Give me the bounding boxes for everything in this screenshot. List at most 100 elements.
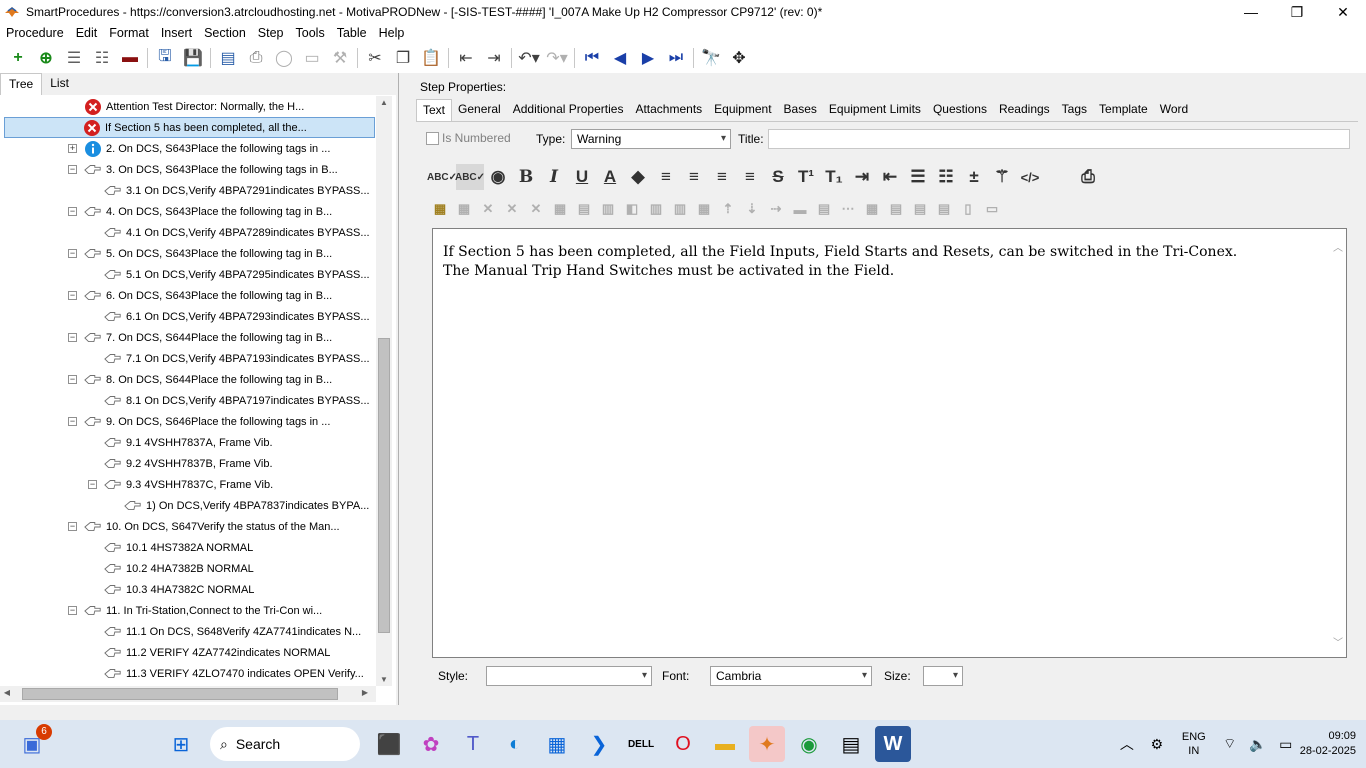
size-select[interactable]: ▾	[923, 666, 963, 686]
bullet-list-icon[interactable]: ☰	[904, 164, 932, 190]
scroll-up-icon[interactable]: ▲	[376, 98, 392, 107]
menu-section[interactable]: Section	[198, 24, 252, 43]
tree-item[interactable]: 8.1 On DCS,Verify 4BPA7197indicates BYPA…	[104, 390, 370, 411]
first-icon[interactable]: ⏮	[578, 45, 606, 71]
paste-icon[interactable]: 📋	[417, 45, 445, 71]
teams-icon[interactable]: T	[455, 726, 491, 762]
volume-icon[interactable]: 🔈	[1247, 726, 1269, 762]
tree-item[interactable]: 11.3 VERIFY 4ZLO7470 indicates OPEN Veri…	[104, 663, 364, 684]
scroll-left-icon[interactable]: ◀	[2, 688, 12, 697]
copilot-icon[interactable]: ✿	[413, 726, 449, 762]
tab-tags[interactable]: Tags	[1056, 99, 1093, 121]
remote-app-icon[interactable]: ▤	[833, 726, 869, 762]
tab-readings[interactable]: Readings	[993, 99, 1056, 121]
editor-scrollbar[interactable]: ︿ ﹀	[1330, 229, 1346, 657]
numbered-list-icon[interactable]: ☷	[932, 164, 960, 190]
chrome-icon[interactable]: ◉	[791, 726, 827, 762]
chevron-up-icon[interactable]: ︿	[1115, 726, 1139, 762]
tree-horizontal-scrollbar[interactable]: ◀ ▶	[0, 686, 376, 702]
tree-expander[interactable]: −	[68, 333, 77, 342]
save-all-icon[interactable]: 🖫	[151, 45, 179, 71]
tree-item[interactable]: 9.1 4VSHH7837A, Frame Vib.	[104, 432, 273, 453]
insert-table-icon[interactable]: ▦	[428, 196, 452, 222]
tab-general[interactable]: General	[452, 99, 507, 121]
minimize-button[interactable]: —	[1228, 0, 1274, 24]
language-indicator[interactable]: ENG IN	[1182, 730, 1206, 758]
store-icon[interactable]: ▦	[539, 726, 575, 762]
tree-item[interactable]: 5.1 On DCS,Verify 4BPA7295indicates BYPA…	[104, 264, 370, 285]
tab-equipment-limits[interactable]: Equipment Limits	[823, 99, 927, 121]
tree-item[interactable]: 11.2 VERIFY 4ZA7742indicates NORMAL	[104, 642, 330, 663]
tab-text[interactable]: Text	[416, 99, 453, 121]
style-select[interactable]: ▾	[486, 666, 652, 686]
printer-icon[interactable]: ⎙	[1074, 164, 1102, 190]
align-left-icon[interactable]: ≡	[652, 164, 680, 190]
tree-item[interactable]: 10.1 4HS7382A NORMAL	[104, 537, 253, 558]
outdent-icon[interactable]: ⇤	[876, 164, 904, 190]
move-icon[interactable]: ✥	[725, 45, 753, 71]
tab-tree[interactable]: Tree	[0, 73, 43, 95]
last-icon[interactable]: ⏭	[662, 45, 690, 71]
tree-expander[interactable]: −	[68, 207, 77, 216]
insert-line-icon[interactable]: ±	[960, 164, 988, 190]
scroll-right-icon[interactable]: ▶	[360, 688, 370, 697]
align-right-icon[interactable]: ≡	[708, 164, 736, 190]
menu-edit[interactable]: Edit	[70, 24, 104, 43]
tree-expander[interactable]: −	[68, 165, 77, 174]
preview-icon[interactable]: ▤	[214, 45, 242, 71]
menu-tools[interactable]: Tools	[290, 24, 331, 43]
wand-icon[interactable]: ⚒	[326, 45, 354, 71]
title-input[interactable]	[768, 129, 1350, 149]
tree-item[interactable]: 2. On DCS, S643Place the following tags …	[84, 138, 330, 159]
type-select[interactable]: Warning ▾	[571, 129, 731, 149]
find-icon[interactable]: 🔭	[697, 45, 725, 71]
battery-icon[interactable]: ▭	[1275, 726, 1297, 762]
tree-item[interactable]: 3.1 On DCS,Verify 4BPA7291indicates BYPA…	[104, 180, 370, 201]
add-icon[interactable]: +	[4, 45, 32, 71]
smartprocedures-icon[interactable]: ✦	[749, 726, 785, 762]
scroll-down-icon[interactable]: ﹀	[1330, 634, 1346, 649]
strikethrough-icon[interactable]: S	[764, 164, 792, 190]
network-settings-icon[interactable]: ⚙	[1145, 726, 1169, 762]
outline-icon[interactable]: ☰	[60, 45, 88, 71]
tab-equipment[interactable]: Equipment	[708, 99, 777, 121]
start-icon[interactable]: ⊞	[163, 726, 199, 762]
scroll-down-icon[interactable]: ▼	[376, 675, 392, 684]
html-code-icon[interactable]: </>	[1016, 164, 1044, 190]
redo-icon[interactable]: ↷▾	[543, 45, 571, 71]
pane-splitter[interactable]	[398, 73, 406, 705]
power-automate-icon[interactable]: ❯	[581, 726, 617, 762]
magic-wand-icon[interactable]: ⚚	[988, 164, 1016, 190]
tree-item[interactable]: Attention Test Director: Normally, the H…	[84, 96, 304, 117]
align-center-icon[interactable]: ≡	[680, 164, 708, 190]
bold-icon[interactable]: B	[512, 164, 540, 190]
superscript-icon[interactable]: T¹	[792, 164, 820, 190]
justify-icon[interactable]: ≡	[736, 164, 764, 190]
outdent-icon[interactable]: ⇤	[452, 45, 480, 71]
file-explorer-icon[interactable]: ▬	[707, 726, 743, 762]
close-button[interactable]: ✕	[1320, 0, 1366, 24]
print-icon[interactable]: ⎙	[242, 45, 270, 71]
tree-vertical-scrollbar[interactable]: ▲ ▼	[376, 96, 392, 686]
spellcheck-auto-icon[interactable]: ABC✓	[455, 164, 485, 190]
tree-item[interactable]: 5. On DCS, S643Place the following tag i…	[84, 243, 332, 264]
tree-item[interactable]: 6.1 On DCS,Verify 4BPA7293indicates BYPA…	[104, 306, 370, 327]
step-text-editor[interactable]: If Section 5 has been completed, all the…	[432, 228, 1347, 658]
next-icon[interactable]: ▶	[634, 45, 662, 71]
indent-icon[interactable]: ⇥	[480, 45, 508, 71]
menu-insert[interactable]: Insert	[155, 24, 198, 43]
color-picker-icon[interactable]: ◉	[484, 164, 512, 190]
save-icon[interactable]: 💾	[179, 45, 207, 71]
tab-word[interactable]: Word	[1154, 99, 1194, 121]
opera-icon[interactable]: O	[665, 726, 701, 762]
font-color-icon[interactable]: A	[596, 164, 624, 190]
tree-item[interactable]: 11. In Tri-Station,Connect to the Tri-Co…	[84, 600, 322, 621]
tab-template[interactable]: Template	[1093, 99, 1154, 121]
dell-icon[interactable]: DELL	[623, 726, 659, 762]
tree-expander[interactable]: −	[68, 291, 77, 300]
spellcheck-icon[interactable]: ABC✓	[427, 164, 457, 190]
clock[interactable]: 09:09 28-02-2025	[1300, 729, 1356, 759]
tree-item[interactable]: 6. On DCS, S643Place the following tag i…	[84, 285, 332, 306]
font-select[interactable]: Cambria ▾	[710, 666, 872, 686]
undo-icon[interactable]: ↶▾	[515, 45, 543, 71]
